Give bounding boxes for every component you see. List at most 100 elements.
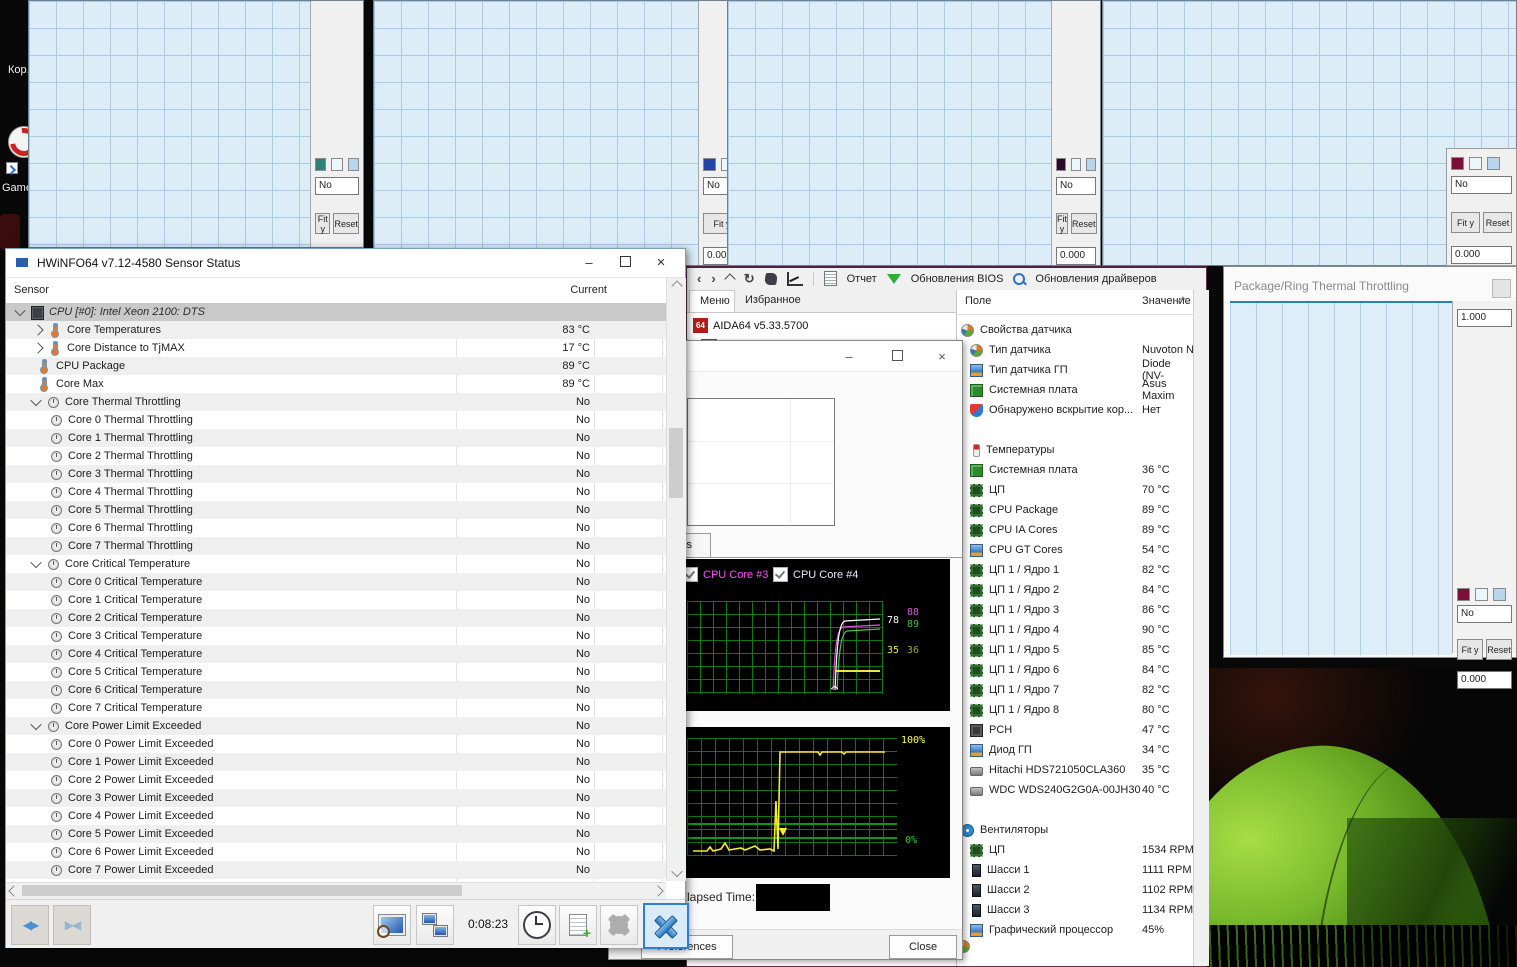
list-item[interactable]: ЦП 1 / Ядро 7 82 °C — [957, 680, 1194, 700]
list-item[interactable]: Вентиляторы — [957, 820, 1194, 840]
cpu-core4-checkbox[interactable] — [773, 567, 788, 582]
list-item[interactable]: ЦП 1 / Ядро 3 86 °C — [957, 600, 1194, 620]
sensor-row[interactable]: Core 0 Power Limit Exceeded No — [6, 735, 666, 753]
sensor-row[interactable]: Core 7 Critical Temperature No — [6, 699, 666, 717]
sensor-row[interactable]: Core Distance to TjMAX 17 °C — [6, 339, 666, 357]
fit-y-button[interactable]: Fit y — [1457, 639, 1483, 660]
sensor-row[interactable]: Core 0 Critical Temperature No — [6, 573, 666, 591]
list-item[interactable]: Диод ГП 34 °C — [957, 740, 1194, 760]
sensor-row[interactable]: Core 1 Thermal Throttling No — [6, 429, 666, 447]
tab-menu[interactable]: Меню — [689, 290, 735, 312]
forward-icon[interactable]: › — [711, 271, 715, 286]
close-icon[interactable]: × — [643, 249, 679, 277]
list-item[interactable]: CPU IA Cores 89 °C — [957, 520, 1194, 540]
list-item[interactable]: Обнаружено вскрытие кор... Нет — [957, 400, 1194, 420]
collapse-icon[interactable] — [14, 304, 26, 317]
tab-favorites[interactable]: Избранное — [735, 290, 801, 312]
tree-root-item[interactable]: 64 AIDA64 v5.33.5700 — [693, 318, 808, 333]
sensor-row[interactable]: Core 5 Critical Temperature No — [6, 663, 666, 681]
window-small-button[interactable] — [1492, 279, 1511, 298]
chart-icon[interactable] — [786, 271, 803, 286]
clock-button[interactable] — [518, 905, 556, 945]
aida-scrollbar[interactable] — [1193, 290, 1209, 966]
sensor-row[interactable]: Core 7 Power Limit Exceeded No — [6, 861, 666, 879]
sensor-row[interactable]: Core 1 Critical Temperature No — [6, 591, 666, 609]
bios-update-button[interactable]: Обновления BIOS — [911, 273, 1004, 285]
sensor-row[interactable]: Core 6 Thermal Throttling No — [6, 519, 666, 537]
sensor-row[interactable]: Core Temperatures 83 °C — [6, 321, 666, 339]
sensor-row[interactable]: Core 5 Thermal Throttling No — [6, 501, 666, 519]
sensor-row[interactable]: Core 6 Critical Temperature No — [6, 681, 666, 699]
list-item[interactable]: ЦП 1 / Ядро 2 84 °C — [957, 580, 1194, 600]
list-item[interactable]: ЦП 1534 RPM — [957, 840, 1194, 860]
sensor-row[interactable]: Core Max 89 °C — [6, 375, 666, 393]
sensor-row[interactable]: Core 3 Critical Temperature No — [6, 627, 666, 645]
list-item[interactable]: ЦП 1 / Ядро 1 82 °C — [957, 560, 1194, 580]
legend-swatch-1[interactable] — [1056, 158, 1066, 171]
report-button[interactable]: Отчет — [847, 273, 877, 285]
reset-button[interactable]: Reset — [1483, 212, 1512, 233]
list-item[interactable]: Свойства датчика — [957, 320, 1194, 340]
column-field[interactable]: Поле — [965, 295, 991, 307]
legend-swatch-1[interactable] — [1457, 588, 1470, 601]
sensor-row[interactable]: CPU [#0]: Intel Xeon 2100: DTS — [6, 303, 666, 321]
list-item[interactable]: CPU GT Cores 54 °C — [957, 540, 1194, 560]
list-item[interactable]: Шасси 3 1134 RPM — [957, 900, 1194, 920]
list-item[interactable]: Hitachi HDS721050CLA360 35 °C — [957, 760, 1194, 780]
list-item[interactable]: Шасси 2 1102 RPM — [957, 880, 1194, 900]
legend-swatch-2[interactable] — [1469, 157, 1482, 170]
fit-y-button[interactable]: Fit y — [315, 213, 331, 234]
list-item[interactable] — [957, 420, 1194, 440]
close-button[interactable]: Close — [889, 935, 957, 959]
sensor-row[interactable]: Core Thermal Throttling No — [6, 393, 666, 411]
column-current[interactable]: Current — [570, 284, 607, 296]
list-item[interactable]: Системная плата 36 °C — [957, 460, 1194, 480]
minimize-icon[interactable]: – — [571, 249, 607, 277]
legend-swatch-3[interactable] — [347, 158, 359, 171]
hscrollbar-thumb[interactable] — [22, 885, 462, 896]
sensor-row[interactable]: Core 2 Power Limit Exceeded No — [6, 771, 666, 789]
list-item[interactable]: ЦП 1 / Ядро 5 85 °C — [957, 640, 1194, 660]
legend-swatch-3[interactable] — [1086, 158, 1096, 171]
sensor-row[interactable]: Core 2 Thermal Throttling No — [6, 447, 666, 465]
legend-swatch-2[interactable] — [1475, 588, 1488, 601]
close-sensors-button[interactable] — [643, 903, 689, 949]
desktop-icon-partial[interactable] — [0, 214, 20, 250]
list-item[interactable]: WDC WDS240G2G0A-00JH30 40 °C — [957, 780, 1194, 800]
settings-gear-button[interactable] — [600, 905, 638, 945]
sensor-row[interactable]: Core 1 Power Limit Exceeded No — [6, 753, 666, 771]
remote-sensors-button[interactable] — [416, 905, 454, 945]
maximize-icon[interactable] — [607, 249, 643, 277]
list-item[interactable] — [957, 800, 1194, 820]
scrollbar-thumb[interactable] — [669, 428, 683, 498]
close-icon[interactable]: × — [927, 349, 957, 364]
reset-button[interactable]: Reset — [1486, 639, 1512, 660]
sensor-row[interactable]: Core 2 Critical Temperature No — [6, 609, 666, 627]
reset-button[interactable]: Reset — [1071, 213, 1097, 234]
sensor-row[interactable]: CPU Package 89 °C — [6, 357, 666, 375]
sensor-row[interactable]: Core 7 Thermal Throttling No — [6, 537, 666, 555]
list-item[interactable]: Тип датчика Nuvoton N — [957, 340, 1194, 360]
collapse-icon[interactable] — [30, 718, 42, 731]
list-item[interactable]: Тип датчика ГП Diode (NV- — [957, 358, 1194, 382]
list-item[interactable]: ЦП 1 / Ядро 6 84 °C — [957, 660, 1194, 680]
fit-y-button[interactable]: Fit y — [1451, 212, 1480, 233]
list-item[interactable]: Шасси 1 1111 RPM — [957, 860, 1194, 880]
sensor-row[interactable]: Core 3 Thermal Throttling No — [6, 465, 666, 483]
sensor-row[interactable]: Core Critical Temperature No — [6, 555, 666, 573]
legend-swatch-2[interactable] — [331, 158, 343, 171]
sensor-row[interactable]: Core Power Limit Exceeded No — [6, 717, 666, 735]
nav-back-button[interactable]: ◀▶ — [11, 905, 49, 945]
sensor-row[interactable]: Core 4 Power Limit Exceeded No — [6, 807, 666, 825]
sensor-row[interactable]: Core 0 Thermal Throttling No — [6, 411, 666, 429]
sensor-row[interactable]: Core 4 Critical Temperature No — [6, 645, 666, 663]
sensor-row[interactable]: Core 4 Thermal Throttling No — [6, 483, 666, 501]
sensor-row[interactable]: Core 6 Power Limit Exceeded No — [6, 843, 666, 861]
column-sensor[interactable]: Sensor — [14, 284, 49, 296]
report-icon[interactable] — [823, 271, 837, 286]
bios-update-icon[interactable] — [886, 273, 901, 284]
driver-update-button[interactable]: Обновления драйверов — [1035, 273, 1156, 285]
collapse-icon[interactable] — [30, 556, 42, 569]
legend-swatch-1[interactable] — [703, 158, 716, 171]
list-item[interactable]: Графический процессор 45% — [957, 920, 1194, 940]
